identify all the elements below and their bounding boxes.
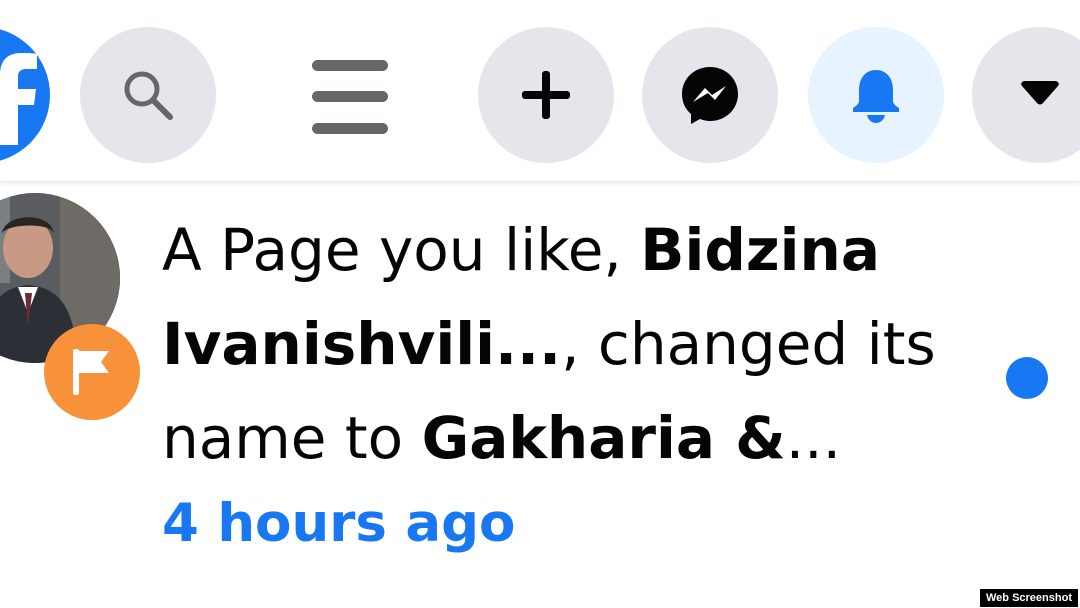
notification-text: A Page you like, Bidzina Ivanishvili...,… — [162, 203, 962, 485]
flag-icon — [73, 349, 109, 395]
unread-indicator-dot — [1006, 357, 1048, 399]
messenger-icon — [682, 67, 738, 124]
notifications-button[interactable] — [808, 27, 944, 163]
caret-down-icon — [1021, 81, 1059, 105]
notification-text-prefix: A Page you like, — [162, 216, 641, 284]
facebook-logo-icon — [0, 53, 37, 145]
page-badge — [44, 324, 140, 420]
watermark-label: Web Screenshot — [980, 589, 1078, 607]
messenger-button[interactable] — [642, 27, 778, 163]
search-icon — [124, 71, 173, 120]
notification-timestamp: 4 hours ago — [162, 493, 516, 554]
notification-avatar-group — [0, 193, 140, 420]
bell-icon — [853, 70, 899, 123]
menu-button[interactable] — [312, 60, 388, 134]
top-navigation-bar — [0, 0, 1080, 181]
new-page-name: Gakharia & — [421, 404, 786, 472]
facebook-logo-button[interactable] — [0, 27, 50, 163]
search-button[interactable] — [80, 27, 216, 163]
notification-text-suffix: ... — [785, 404, 842, 472]
stage: A Page you like, Bidzina Ivanishvili...,… — [0, 0, 1080, 608]
create-button[interactable] — [478, 27, 614, 163]
notification-item[interactable]: A Page you like, Bidzina Ivanishvili...,… — [0, 181, 1080, 608]
account-button[interactable] — [972, 27, 1080, 163]
plus-icon — [522, 71, 570, 119]
